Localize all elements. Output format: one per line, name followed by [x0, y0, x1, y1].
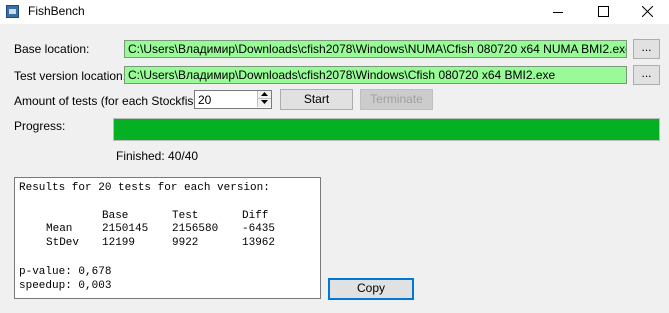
pvalue-text: p-value: 0,678 [19, 266, 112, 278]
minimize-button[interactable] [536, 0, 580, 24]
column-header-test: Test [172, 210, 199, 222]
mean-diff-value: -6435 [242, 223, 276, 235]
results-heading: Results for 20 tests for each version: [19, 182, 270, 194]
amount-stepper[interactable]: 20 [194, 90, 272, 109]
speedup-text: speedup: 0,003 [19, 280, 112, 292]
window-title: FishBench [28, 4, 85, 18]
copy-button[interactable]: Copy [328, 278, 414, 300]
results-textbox[interactable]: Results for 20 tests for each version: B… [14, 177, 321, 299]
minimize-icon [553, 12, 563, 13]
test-location-field[interactable]: C:\Users\Владимир\Downloads\cfish2078\Wi… [124, 66, 627, 84]
stepper-down-button[interactable] [257, 99, 271, 107]
maximize-icon [598, 6, 609, 17]
fishbench-window: FishBench Base location: C:\Users\Владим… [0, 0, 669, 313]
mean-test-value: 2156580 [172, 223, 219, 235]
amount-value: 20 [198, 93, 212, 107]
base-browse-button[interactable]: ... [633, 39, 660, 59]
amount-label: Amount of tests (for each Stockfish): [14, 94, 208, 108]
stdev-base-value: 12199 [102, 237, 136, 249]
base-location-field[interactable]: C:\Users\Владимир\Downloads\cfish2078\Wi… [124, 40, 627, 58]
close-button[interactable] [625, 0, 669, 24]
column-header-diff: Diff [242, 210, 269, 222]
test-browse-button[interactable]: ... [633, 65, 660, 85]
mean-base-value: 2150145 [102, 223, 149, 235]
progress-fill [114, 119, 659, 140]
arrow-down-icon [261, 100, 268, 104]
progress-bar [113, 118, 660, 141]
title-bar: FishBench [0, 0, 669, 24]
row-label-mean: Mean [46, 223, 73, 235]
close-icon [642, 6, 653, 17]
test-location-label: Test version location: [14, 69, 127, 83]
stepper-up-button[interactable] [257, 91, 271, 99]
maximize-button[interactable] [581, 0, 625, 24]
terminate-button[interactable]: Terminate [360, 89, 433, 110]
start-button[interactable]: Start [280, 89, 353, 110]
progress-label: Progress: [14, 119, 66, 133]
row-label-stdev: StDev [46, 237, 80, 249]
app-icon [6, 5, 19, 18]
column-header-base: Base [102, 210, 129, 222]
arrow-up-icon [261, 92, 268, 96]
stdev-test-value: 9922 [172, 237, 199, 249]
status-text: Finished: 40/40 [116, 149, 199, 163]
stdev-diff-value: 13962 [242, 237, 276, 249]
base-location-label: Base location: [14, 42, 90, 56]
